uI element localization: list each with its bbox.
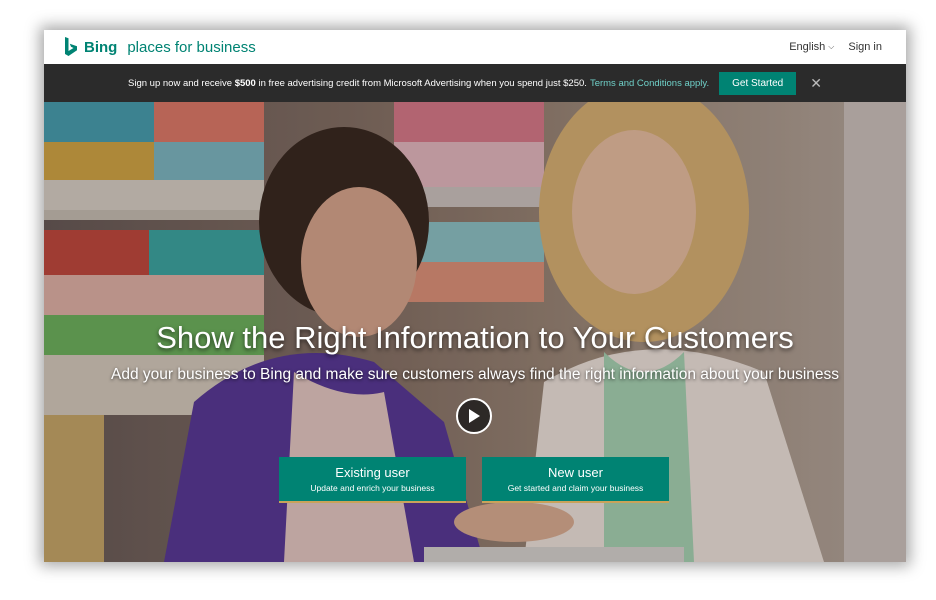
close-icon[interactable]: ✕ bbox=[810, 76, 822, 90]
existing-user-subtitle: Update and enrich your business bbox=[310, 483, 435, 493]
promo-amount: $500 bbox=[234, 77, 256, 89]
promo-text-before: Sign up now and receive bbox=[128, 77, 235, 89]
bing-logo-icon bbox=[65, 37, 77, 56]
new-user-subtitle: Get started and claim your business bbox=[507, 483, 644, 493]
chevron-down-icon: ⌵ bbox=[828, 42, 835, 51]
hero-title: Show the Right Information to Your Custo… bbox=[156, 320, 794, 355]
existing-user-title: Existing user bbox=[335, 465, 410, 480]
site-header: Bing places for business English ⌵ Sign … bbox=[44, 30, 906, 64]
browser-page: Bing places for business English ⌵ Sign … bbox=[44, 30, 906, 562]
play-icon bbox=[469, 409, 480, 423]
promo-text-after: in free advertising credit from Microsof… bbox=[255, 77, 587, 89]
brand-logo[interactable]: Bing places for business bbox=[64, 37, 256, 57]
new-user-title: New user bbox=[548, 465, 603, 480]
terms-link[interactable]: Terms and Conditions apply. bbox=[590, 78, 709, 89]
get-started-button[interactable]: Get Started bbox=[719, 71, 797, 95]
existing-user-button[interactable]: Existing user Update and enrich your bus… bbox=[279, 457, 466, 503]
play-video-button[interactable] bbox=[456, 398, 492, 434]
language-selector[interactable]: English ⌵ bbox=[789, 41, 834, 53]
top-nav: English ⌵ Sign in bbox=[789, 41, 882, 53]
promo-text: Sign up now and receive $500 in free adv… bbox=[128, 78, 709, 89]
hero-section: Show the Right Information to Your Custo… bbox=[44, 102, 906, 562]
brand-name: Bing bbox=[84, 38, 118, 56]
brand-subtitle: places for business bbox=[127, 38, 256, 56]
new-user-button[interactable]: New user Get started and claim your busi… bbox=[482, 457, 669, 503]
sign-in-link[interactable]: Sign in bbox=[848, 41, 882, 53]
promo-banner: Sign up now and receive $500 in free adv… bbox=[44, 64, 906, 102]
language-label: English bbox=[789, 41, 826, 53]
hero-subtitle: Add your business to Bing and make sure … bbox=[110, 366, 840, 383]
